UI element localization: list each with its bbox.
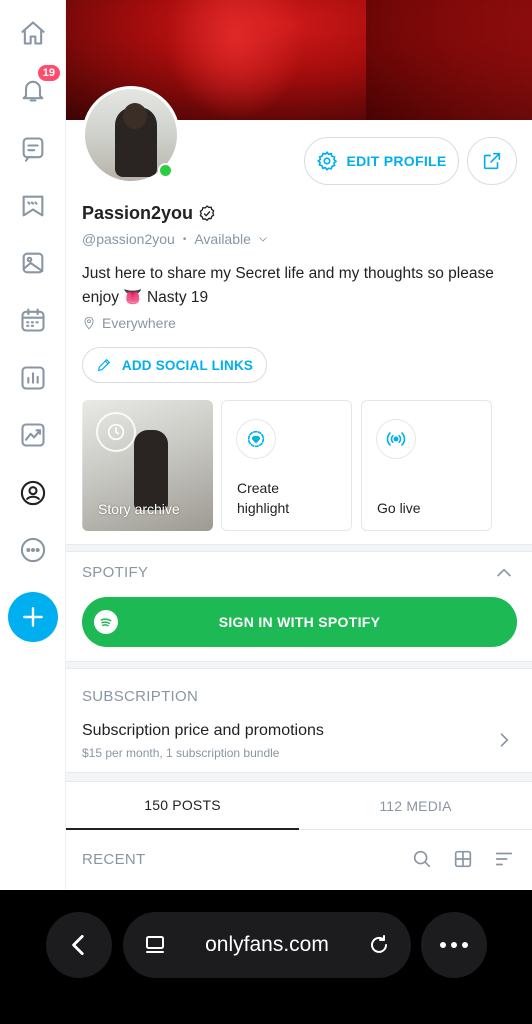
dot-icon (462, 942, 468, 948)
notifications-badge: 19 (37, 65, 60, 81)
sort-icon[interactable] (493, 848, 517, 872)
highlight-icon (236, 419, 276, 459)
history-icon (96, 412, 136, 452)
story-archive-label: Story archive (98, 501, 180, 517)
edit-profile-label: EDIT PROFILE (346, 153, 447, 169)
spotify-heading: SPOTIFY (82, 564, 149, 581)
chevron-up-icon (497, 568, 511, 577)
browser-toolbar: onlyfans.com (0, 890, 532, 1024)
reload-icon[interactable] (367, 933, 391, 957)
location-row: Everywhere (82, 315, 176, 331)
subscription-title: Subscription price and promotions (82, 722, 324, 739)
pencil-icon (97, 358, 111, 372)
notifications-button[interactable]: 19 (14, 65, 60, 109)
spotify-icon (94, 610, 118, 634)
gear-icon (317, 150, 338, 171)
recent-label: RECENT (82, 851, 146, 868)
edit-profile-button[interactable]: EDIT PROFILE (304, 137, 459, 185)
home-icon[interactable] (14, 14, 52, 52)
dot-icon (440, 942, 446, 948)
availability-status: Available (194, 231, 251, 247)
sign-in-spotify-label: SIGN IN WITH SPOTIFY (218, 614, 381, 630)
separator-dot: • (182, 233, 187, 245)
url-text: onlyfans.com (205, 933, 329, 956)
profile-name: Passion2you (82, 203, 194, 223)
profile-main: EDIT PROFILE Passion2you @passion2you • … (66, 0, 532, 890)
availability-dropdown[interactable]: Available (194, 231, 269, 247)
tab-posts[interactable]: 150 POSTS (66, 782, 299, 830)
dot-icon (451, 942, 457, 948)
collapse-spotify-button[interactable] (494, 563, 514, 583)
chevron-left-icon (72, 934, 84, 956)
content-tabs: 150 POSTS 112 MEDIA (66, 782, 532, 830)
divider (66, 661, 532, 669)
new-post-button[interactable] (8, 592, 58, 642)
subscription-description: $15 per month, 1 subscription bundle (82, 746, 280, 760)
chevron-down-icon (259, 237, 267, 242)
vault-icon[interactable] (14, 244, 52, 282)
search-icon[interactable] (411, 848, 435, 872)
chevron-right-icon (494, 730, 514, 755)
calendar-icon[interactable] (14, 301, 52, 339)
sign-in-spotify-button[interactable]: SIGN IN WITH SPOTIFY (82, 597, 517, 647)
go-live-card[interactable]: Go live (361, 400, 492, 531)
subscription-row[interactable]: Subscription price and promotions $15 pe… (66, 718, 532, 768)
grid-view-icon[interactable] (452, 848, 476, 872)
page-menu-icon (146, 936, 164, 953)
share-profile-button[interactable] (467, 137, 517, 185)
divider (66, 544, 532, 552)
go-live-label: Go live (377, 500, 421, 516)
location-pin-icon (84, 316, 94, 330)
tab-media[interactable]: 112 MEDIA (299, 782, 532, 830)
location-text: Everywhere (102, 315, 176, 331)
create-highlight-label: Create highlight (237, 480, 290, 516)
create-highlight-card[interactable]: Create highlight (221, 400, 352, 531)
back-button[interactable] (46, 912, 112, 978)
profile-handle: @passion2you (82, 231, 175, 247)
more-options-button[interactable] (421, 912, 487, 978)
share-icon (483, 152, 501, 170)
collections-icon[interactable] (14, 187, 52, 225)
verified-icon (199, 204, 215, 221)
story-archive-card[interactable]: Story archive (82, 400, 213, 531)
profile-bio: Just here to share my Secret life and my… (82, 265, 494, 306)
sidebar: 19 (0, 0, 66, 890)
analytics-icon[interactable] (14, 416, 52, 454)
feed-toolbar: RECENT (66, 831, 532, 890)
profile-icon[interactable] (14, 474, 52, 512)
address-bar[interactable]: onlyfans.com (123, 912, 411, 978)
statistics-icon[interactable] (14, 359, 52, 397)
add-social-links-label: ADD SOCIAL LINKS (121, 357, 254, 373)
messages-icon[interactable] (14, 130, 52, 168)
online-indicator (158, 163, 173, 178)
profile-name-row: Passion2you (82, 203, 217, 224)
more-icon[interactable] (14, 531, 52, 569)
add-social-links-button[interactable]: ADD SOCIAL LINKS (82, 347, 267, 383)
broadcast-icon (376, 419, 416, 459)
handle-row: @passion2you • Available (82, 231, 269, 247)
plus-icon (23, 607, 43, 627)
divider (66, 772, 532, 782)
subscription-heading: SUBSCRIPTION (82, 688, 199, 705)
